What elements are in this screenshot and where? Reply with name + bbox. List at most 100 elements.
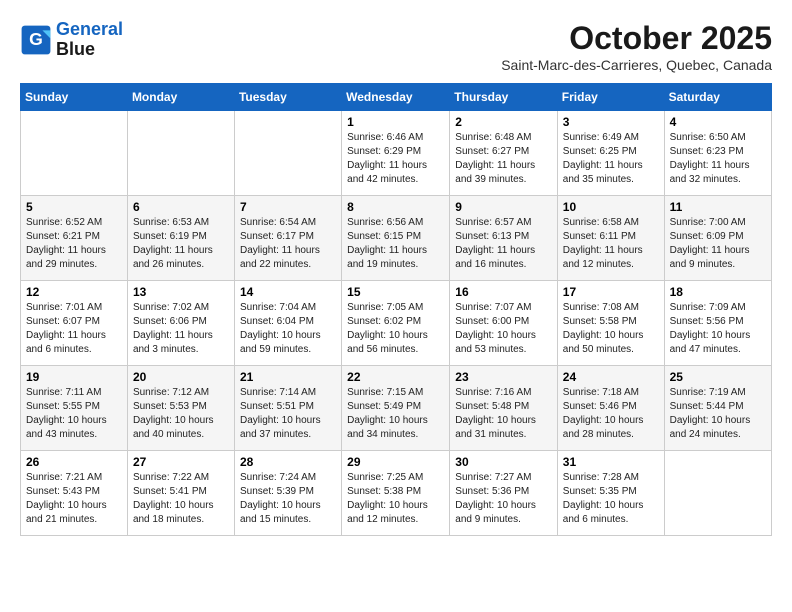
day-info: Sunrise: 7:22 AM Sunset: 5:41 PM Dayligh… <box>133 471 229 527</box>
day-number: 16 <box>455 285 552 299</box>
calendar-cell: 21 Sunrise: 7:14 AM Sunset: 5:51 PM Dayli… <box>234 366 341 451</box>
day-number: 12 <box>26 285 122 299</box>
calendar-cell: 26Sunrise: 7:21 AM Sunset: 5:43 PM Dayli… <box>21 451 128 536</box>
weekday-header-row: SundayMondayTuesdayWednesdayThursdayFrid… <box>21 84 772 111</box>
calendar-cell: 2Sunrise: 6:48 AM Sunset: 6:27 PM Daylig… <box>450 111 558 196</box>
day-number: 3 <box>563 115 659 129</box>
calendar-cell: 30 Sunrise: 7:27 AM Sunset: 5:36 PM Dayli… <box>450 451 558 536</box>
day-number: 7 <box>240 200 336 214</box>
day-info: Sunrise: 7:21 AM Sunset: 5:43 PM Dayligh… <box>26 471 122 527</box>
day-number: 5 <box>26 200 122 214</box>
svg-text:G: G <box>29 29 43 49</box>
day-number: 25 <box>670 370 766 384</box>
day-info: Sunrise: 7:08 AM Sunset: 5:58 PM Dayligh… <box>563 301 659 357</box>
calendar-cell: 8Sunrise: 6:56 AM Sunset: 6:15 PM Daylig… <box>342 196 450 281</box>
day-number: 17 <box>563 285 659 299</box>
calendar-cell: 5 Sunrise: 6:52 AM Sunset: 6:21 PM Daylig… <box>21 196 128 281</box>
day-info: Sunrise: 7:16 AM Sunset: 5:48 PM Dayligh… <box>455 386 552 442</box>
calendar-cell: 11 Sunrise: 7:00 AM Sunset: 6:09 PM Dayli… <box>664 196 771 281</box>
month-title: October 2025 <box>501 20 772 57</box>
calendar-cell: 17 Sunrise: 7:08 AM Sunset: 5:58 PM Dayli… <box>557 281 664 366</box>
day-info: Sunrise: 7:14 AM Sunset: 5:51 PM Dayligh… <box>240 386 336 442</box>
calendar-cell: 18 Sunrise: 7:09 AM Sunset: 5:56 PM Dayli… <box>664 281 771 366</box>
day-number: 4 <box>670 115 766 129</box>
day-info: Sunrise: 6:49 AM Sunset: 6:25 PM Dayligh… <box>563 131 659 187</box>
calendar-cell: 27 Sunrise: 7:22 AM Sunset: 5:41 PM Dayli… <box>127 451 234 536</box>
calendar-cell <box>664 451 771 536</box>
calendar-cell: 10Sunrise: 6:58 AM Sunset: 6:11 PM Dayli… <box>557 196 664 281</box>
day-number: 9 <box>455 200 552 214</box>
weekday-wednesday: Wednesday <box>342 84 450 111</box>
day-number: 18 <box>670 285 766 299</box>
day-info: Sunrise: 7:09 AM Sunset: 5:56 PM Dayligh… <box>670 301 766 357</box>
day-info: Sunrise: 7:07 AM Sunset: 6:00 PM Dayligh… <box>455 301 552 357</box>
day-number: 21 <box>240 370 336 384</box>
day-info: Sunrise: 6:54 AM Sunset: 6:17 PM Dayligh… <box>240 216 336 272</box>
calendar-cell: 15 Sunrise: 7:05 AM Sunset: 6:02 PM Dayli… <box>342 281 450 366</box>
calendar-cell: 20 Sunrise: 7:12 AM Sunset: 5:53 PM Dayli… <box>127 366 234 451</box>
day-number: 22 <box>347 370 444 384</box>
day-number: 29 <box>347 455 444 469</box>
day-info: Sunrise: 7:27 AM Sunset: 5:36 PM Dayligh… <box>455 471 552 527</box>
logo-icon: G <box>20 24 52 56</box>
logo-text: General Blue <box>56 20 123 60</box>
day-info: Sunrise: 7:02 AM Sunset: 6:06 PM Dayligh… <box>133 301 229 357</box>
day-number: 24 <box>563 370 659 384</box>
calendar-body: 1 Sunrise: 6:46 AM Sunset: 6:29 PM Daylig… <box>21 111 772 536</box>
day-number: 28 <box>240 455 336 469</box>
calendar-cell: 7 Sunrise: 6:54 AM Sunset: 6:17 PM Daylig… <box>234 196 341 281</box>
day-number: 1 <box>347 115 444 129</box>
calendar-cell: 28 Sunrise: 7:24 AM Sunset: 5:39 PM Dayli… <box>234 451 341 536</box>
calendar-cell <box>234 111 341 196</box>
day-number: 19 <box>26 370 122 384</box>
calendar-cell: 22Sunrise: 7:15 AM Sunset: 5:49 PM Dayli… <box>342 366 450 451</box>
location-title: Saint-Marc-des-Carrieres, Quebec, Canada <box>501 57 772 73</box>
day-info: Sunrise: 7:11 AM Sunset: 5:55 PM Dayligh… <box>26 386 122 442</box>
day-number: 15 <box>347 285 444 299</box>
day-info: Sunrise: 7:00 AM Sunset: 6:09 PM Dayligh… <box>670 216 766 272</box>
day-number: 30 <box>455 455 552 469</box>
calendar-cell: 13Sunrise: 7:02 AM Sunset: 6:06 PM Dayli… <box>127 281 234 366</box>
day-info: Sunrise: 6:46 AM Sunset: 6:29 PM Dayligh… <box>347 131 444 187</box>
day-info: Sunrise: 7:25 AM Sunset: 5:38 PM Dayligh… <box>347 471 444 527</box>
day-info: Sunrise: 7:19 AM Sunset: 5:44 PM Dayligh… <box>670 386 766 442</box>
week-row-1: 1 Sunrise: 6:46 AM Sunset: 6:29 PM Daylig… <box>21 111 772 196</box>
weekday-friday: Friday <box>557 84 664 111</box>
calendar-cell: 14 Sunrise: 7:04 AM Sunset: 6:04 PM Dayli… <box>234 281 341 366</box>
day-info: Sunrise: 7:01 AM Sunset: 6:07 PM Dayligh… <box>26 301 122 357</box>
day-number: 11 <box>670 200 766 214</box>
day-info: Sunrise: 7:24 AM Sunset: 5:39 PM Dayligh… <box>240 471 336 527</box>
calendar-table: SundayMondayTuesdayWednesdayThursdayFrid… <box>20 83 772 536</box>
day-number: 23 <box>455 370 552 384</box>
calendar-cell: 12 Sunrise: 7:01 AM Sunset: 6:07 PM Dayli… <box>21 281 128 366</box>
day-info: Sunrise: 6:50 AM Sunset: 6:23 PM Dayligh… <box>670 131 766 187</box>
calendar-cell: 16 Sunrise: 7:07 AM Sunset: 6:00 PM Dayli… <box>450 281 558 366</box>
day-info: Sunrise: 7:18 AM Sunset: 5:46 PM Dayligh… <box>563 386 659 442</box>
calendar-cell: 9Sunrise: 6:57 AM Sunset: 6:13 PM Daylig… <box>450 196 558 281</box>
calendar-cell: 25 Sunrise: 7:19 AM Sunset: 5:44 PM Dayli… <box>664 366 771 451</box>
day-info: Sunrise: 7:04 AM Sunset: 6:04 PM Dayligh… <box>240 301 336 357</box>
calendar-cell <box>21 111 128 196</box>
day-info: Sunrise: 7:05 AM Sunset: 6:02 PM Dayligh… <box>347 301 444 357</box>
day-info: Sunrise: 6:52 AM Sunset: 6:21 PM Dayligh… <box>26 216 122 272</box>
page-header: G General Blue October 2025 Saint-Marc-d… <box>20 20 772 73</box>
calendar-cell: 29 Sunrise: 7:25 AM Sunset: 5:38 PM Dayli… <box>342 451 450 536</box>
day-info: Sunrise: 6:58 AM Sunset: 6:11 PM Dayligh… <box>563 216 659 272</box>
title-area: October 2025 Saint-Marc-des-Carrieres, Q… <box>501 20 772 73</box>
week-row-5: 26Sunrise: 7:21 AM Sunset: 5:43 PM Dayli… <box>21 451 772 536</box>
day-number: 14 <box>240 285 336 299</box>
day-number: 20 <box>133 370 229 384</box>
day-info: Sunrise: 7:28 AM Sunset: 5:35 PM Dayligh… <box>563 471 659 527</box>
day-info: Sunrise: 7:12 AM Sunset: 5:53 PM Dayligh… <box>133 386 229 442</box>
weekday-thursday: Thursday <box>450 84 558 111</box>
week-row-4: 19 Sunrise: 7:11 AM Sunset: 5:55 PM Dayli… <box>21 366 772 451</box>
day-info: Sunrise: 6:48 AM Sunset: 6:27 PM Dayligh… <box>455 131 552 187</box>
calendar-cell: 19 Sunrise: 7:11 AM Sunset: 5:55 PM Dayli… <box>21 366 128 451</box>
day-number: 8 <box>347 200 444 214</box>
day-number: 27 <box>133 455 229 469</box>
day-number: 6 <box>133 200 229 214</box>
logo: G General Blue <box>20 20 123 60</box>
weekday-tuesday: Tuesday <box>234 84 341 111</box>
calendar-cell: 23 Sunrise: 7:16 AM Sunset: 5:48 PM Dayli… <box>450 366 558 451</box>
calendar-cell: 1 Sunrise: 6:46 AM Sunset: 6:29 PM Daylig… <box>342 111 450 196</box>
